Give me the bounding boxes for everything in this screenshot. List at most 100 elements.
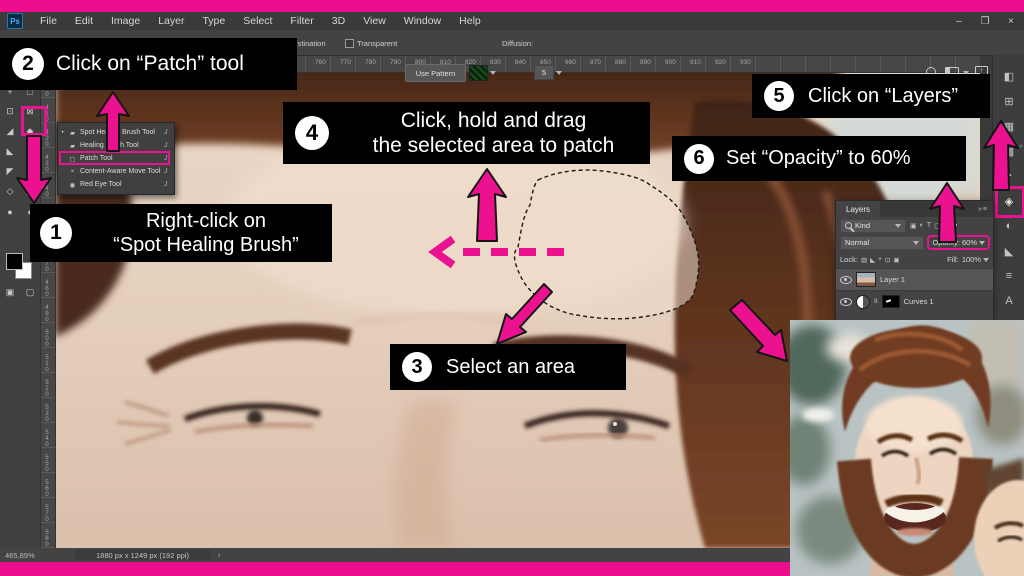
ruler-label: 500	[43, 330, 51, 349]
restore-button[interactable]: ❐	[972, 16, 998, 27]
pencil-tool[interactable]: ◤	[2, 163, 19, 180]
red-eye-tool-icon: ◉	[67, 181, 78, 189]
layers-panel-icon[interactable]: ◈	[998, 190, 1020, 212]
layer-row-curves-1[interactable]: 8 Curves 1	[836, 290, 993, 312]
history-brush-tool[interactable]: ◔	[22, 163, 39, 180]
lock-pixels-icon[interactable]: ◣	[870, 256, 875, 264]
filter-adjustment-icon[interactable]: ◐	[920, 222, 924, 230]
layer-name[interactable]: Layer 1	[880, 275, 905, 284]
visibility-eye-icon[interactable]	[840, 298, 852, 306]
content-aware-move-tool-item[interactable]: ×Content-Aware Move ToolJ	[58, 165, 174, 178]
ruler-label: 920	[715, 59, 726, 66]
spot-healing-brush-tool-item[interactable]: •▰Spot Healing Brush ToolJ	[58, 126, 174, 139]
ruler-label: 530	[43, 405, 51, 424]
red-eye-tool-item[interactable]: ◉Red Eye ToolJ	[58, 178, 174, 191]
frame-tool[interactable]: ⊠	[22, 103, 39, 120]
lock-position-icon[interactable]: +	[878, 256, 882, 264]
adjustments-panel-icon[interactable]: ◐	[998, 215, 1020, 237]
filter-image-icon[interactable]: ▣	[910, 222, 917, 230]
tools-panel: +□⊡⊠◢◆◣▲◤◔◇◧●◐ ▣▢	[0, 55, 41, 548]
tab-layers[interactable]: Layers	[836, 201, 880, 217]
menu-3d[interactable]: 3D	[323, 15, 354, 27]
quick-mask-icon[interactable]: ▣	[6, 287, 15, 298]
lock-all-icon[interactable]: ▣	[893, 256, 899, 264]
lock-artboard-icon[interactable]: ⊡	[885, 256, 890, 264]
color-panel-icon[interactable]: ◧	[998, 65, 1020, 87]
properties-panel-icon[interactable]: ≡	[998, 265, 1020, 287]
adjustment-layer-icon[interactable]	[856, 295, 870, 309]
tool-label: Spot Healing Brush Tool	[78, 129, 164, 136]
menu-filter[interactable]: Filter	[281, 15, 322, 27]
step-number-badge: 3	[402, 352, 432, 382]
menu-window[interactable]: Window	[395, 15, 450, 27]
blur-tool[interactable]: ●	[2, 203, 19, 220]
ruler-label: 540	[43, 430, 51, 449]
filter-shape-icon[interactable]: ▢	[934, 222, 941, 230]
healing-brush-tool-item[interactable]: ▰Healing Brush ToolJ	[58, 139, 174, 152]
ruler-label: 430	[43, 155, 51, 174]
menu-edit[interactable]: Edit	[66, 15, 102, 27]
eyedropper-tool[interactable]: ◢	[2, 123, 19, 140]
lock-label: Lock:	[840, 255, 858, 264]
patch-tool-item[interactable]: ▢Patch ToolJ	[58, 152, 174, 165]
diffusion-value-field[interactable]: 5	[534, 65, 554, 80]
blend-opacity-row: Normal Opacity: 60%	[836, 234, 993, 251]
menu-view[interactable]: View	[354, 15, 395, 27]
fill-label: Fill:	[947, 255, 959, 264]
diffusion-dropdown-icon[interactable]	[556, 71, 562, 75]
zoom-level[interactable]: 465,89%	[5, 551, 35, 560]
menu-help[interactable]: Help	[450, 15, 490, 27]
libraries-panel-icon[interactable]: ▦	[998, 115, 1020, 137]
callout-step-6: 6 Set “Opacity” to 60%	[672, 136, 966, 181]
clone-stamp-tool[interactable]: ▲	[22, 143, 39, 160]
menu-select[interactable]: Select	[234, 15, 281, 27]
layer-name[interactable]: Curves 1	[904, 297, 934, 306]
filter-smart-object-icon[interactable]: ◨	[944, 222, 951, 230]
foreground-color-swatch[interactable]	[6, 253, 23, 270]
close-button[interactable]: ×	[998, 16, 1024, 27]
character-panel-icon[interactable]: A	[998, 290, 1020, 312]
ruler-label: 520	[43, 380, 51, 399]
step-number-badge: 1	[40, 217, 72, 249]
healing-brush-tool[interactable]: ◆	[22, 123, 39, 140]
healing-tools-flyout-menu: •▰Spot Healing Brush ToolJ▰Healing Brush…	[57, 122, 175, 195]
screen-mode-icon[interactable]: ▢	[26, 287, 35, 298]
minimize-button[interactable]: –	[946, 16, 972, 27]
pattern-dropdown-icon[interactable]	[490, 71, 496, 75]
brush-settings-panel-icon[interactable]: ◣	[998, 240, 1020, 262]
filter-kind-dropdown[interactable]: Kind	[840, 219, 906, 233]
menu-layer[interactable]: Layer	[149, 15, 193, 27]
use-pattern-button[interactable]: Use Pattern	[405, 64, 466, 82]
visibility-eye-icon[interactable]	[840, 276, 852, 284]
fill-value[interactable]: 100%	[962, 255, 981, 264]
layers-panel: Layers »≡ Kind ▣◐T▢◨● Normal Opacity: 60…	[835, 200, 994, 322]
pattern-swatch[interactable]	[469, 65, 488, 81]
brush-tool[interactable]: ◣	[2, 143, 19, 160]
lock-icons: ▨◣+⊡▣	[861, 256, 900, 264]
crop-tool[interactable]: ⊡	[2, 103, 19, 120]
status-expander-icon[interactable]: ›	[218, 550, 221, 559]
history-panel-icon[interactable]: ◔	[998, 165, 1020, 187]
filter-on-icon[interactable]: ●	[953, 222, 957, 230]
layer-mask-thumbnail[interactable]	[882, 295, 900, 308]
transparent-checkbox[interactable]	[345, 39, 354, 48]
window-controls: – ❐ ×	[946, 16, 1024, 27]
fill-dropdown-icon[interactable]	[983, 258, 989, 262]
menu-image[interactable]: Image	[102, 15, 149, 27]
layers-panel-tabs: Layers »≡	[836, 201, 993, 217]
swatches-panel-icon[interactable]: ⊞	[998, 90, 1020, 112]
eraser-tool[interactable]: ◇	[2, 183, 19, 200]
layer-thumbnail[interactable]	[856, 272, 876, 287]
menu-type[interactable]: Type	[193, 15, 234, 27]
opacity-value[interactable]: 60%	[962, 238, 977, 247]
glyphs-panel-icon[interactable]: ▩	[998, 140, 1020, 162]
lock-transparency-icon[interactable]: ▨	[861, 256, 867, 264]
layer-row-layer-1[interactable]: Layer 1	[836, 268, 993, 290]
toolbar-bottom-icons: ▣▢	[0, 287, 40, 298]
filter-type-icon[interactable]: T	[927, 222, 931, 230]
blend-mode-dropdown[interactable]: Normal	[840, 236, 924, 250]
menu-file[interactable]: File	[31, 15, 66, 27]
opacity-dropdown-icon[interactable]	[979, 241, 985, 245]
gradient-tool[interactable]: ◧	[22, 183, 39, 200]
panel-menu-icon[interactable]: »≡	[978, 206, 993, 213]
